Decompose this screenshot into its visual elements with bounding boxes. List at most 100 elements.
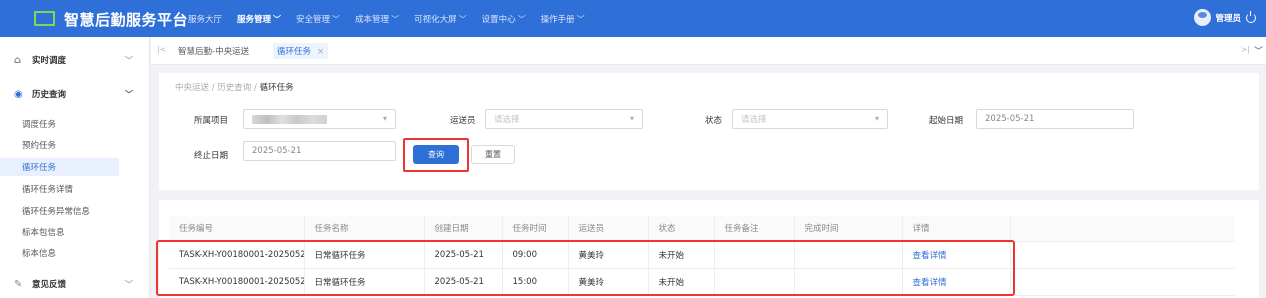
column-header[interactable]: 任务备注 (714, 216, 795, 242)
tabs-scroll-right-icon[interactable]: >| (1241, 45, 1250, 54)
user-name: 管理员 (1215, 13, 1241, 24)
chevron-down-icon: ﹀ (517, 14, 526, 24)
breadcrumb: 中央运送 / 历史查询 / 循环任务 (175, 81, 294, 93)
courier-select[interactable]: 请选择 ▾ (485, 109, 643, 129)
project-label: 所属项目 (194, 116, 229, 126)
column-header-empty (1010, 216, 1235, 242)
user-menu[interactable]: 管理员 (1194, 9, 1256, 26)
chevron-down-icon: ﹀ (458, 14, 467, 24)
nav-item-visual-screen[interactable]: 可视化大屏 ﹀ (414, 13, 467, 25)
column-header[interactable]: 创建日期 (424, 216, 503, 242)
task-id-cell: TASK-XH-Y00180001-2025052 (169, 268, 305, 296)
sidebar-item-dispatch-tasks[interactable]: 调度任务 (0, 115, 119, 133)
column-header[interactable]: 任务时间 (502, 216, 569, 242)
sidebar-item-appointment-tasks[interactable]: 预约任务 (0, 136, 119, 154)
chevron-down-icon: ﹀ (125, 89, 133, 99)
breadcrumb-current: 循环任务 (259, 83, 294, 93)
sidebar-item-cyclic-task-exceptions[interactable]: 循环任务异常信息 (0, 202, 119, 220)
sidebar-item-specimen-package-info[interactable]: 标本包信息 (0, 223, 119, 241)
nav-item-service-management[interactable]: 服务管理 ﹀ (237, 13, 281, 25)
redacted-project-value (252, 114, 327, 124)
nav-item-settings-center[interactable]: 设置中心 ﹀ (482, 13, 526, 25)
top-navbar: 智慧后勤服务平台 服务大厅 服务管理 ﹀ 安全管理 ﹀ 成本管理 ﹀ 可视化大屏 ﹀ 设… (0, 0, 1266, 37)
nav-item-cost-management[interactable]: 成本管理 ﹀ (355, 13, 399, 25)
status-cell: 未开始 (648, 268, 715, 296)
task-time-cell: 09:00 (502, 241, 569, 269)
sidebar-item-cyclic-tasks[interactable]: 循环任务 (0, 158, 119, 176)
power-icon[interactable] (1246, 10, 1256, 23)
chevron-down-icon: ﹀ (125, 55, 133, 65)
chevron-down-icon: ﹀ (576, 14, 585, 24)
avatar (1194, 9, 1212, 26)
chevron-down-icon: ▾ (629, 114, 634, 123)
task-id-cell: TASK-XH-Y00180001-2025052 (169, 241, 305, 269)
sidebar-item-specimen-info[interactable]: 标本信息 (0, 244, 119, 262)
completed-time-cell (794, 268, 903, 296)
results-table: 任务编号 任务名称 创建日期 任务时间 运送员 状态 任务备注 完成时间 详情 … (169, 216, 1235, 296)
query-button[interactable]: 查询 (413, 145, 459, 164)
remark-cell (714, 241, 795, 269)
chevron-down-icon: ﹀ (391, 14, 400, 24)
chevron-down-icon[interactable]: ﹀ (1254, 44, 1263, 57)
chevron-down-icon: ﹀ (273, 14, 282, 24)
sidebar-group-realtime-dispatch[interactable]: ⌂ 实时调度 ﹀ (0, 50, 150, 70)
view-details-link[interactable]: 查看详情 (902, 241, 1011, 269)
empty-cell (1010, 268, 1235, 296)
breadcrumb-item[interactable]: 历史查询 (217, 83, 251, 93)
status-label: 状态 (705, 116, 723, 126)
tab-central-transport[interactable]: 智慧后勤-中央运送 (178, 45, 249, 57)
column-header[interactable]: 运送员 (568, 216, 649, 242)
close-icon[interactable]: × (317, 47, 324, 57)
top-nav-menu: 服务大厅 服务管理 ﹀ 安全管理 ﹀ 成本管理 ﹀ 可视化大屏 ﹀ 设置中心 ﹀ 操作手册… (188, 0, 600, 37)
breadcrumb-item[interactable]: 中央运送 (175, 83, 209, 93)
table-row: TASK-XH-Y00180001-2025052 日常循环任务 2025-05… (169, 241, 1235, 269)
start-date-field[interactable]: 2025-05-21 (976, 109, 1134, 129)
nav-item-user-manual[interactable]: 操作手册 ﹀ (541, 13, 585, 25)
logo-square-icon (34, 11, 55, 26)
column-header[interactable]: 任务编号 (169, 216, 305, 242)
table-header-row: 任务编号 任务名称 创建日期 任务时间 运送员 状态 任务备注 完成时间 详情 (169, 216, 1235, 242)
sidebar: ⌂ 实时调度 ﹀ ◉ 历史查询 ﹀ 调度任务 预约任务 循环任务 循环任务详情 … (0, 37, 150, 298)
sidebar-group-label: 实时调度 (32, 56, 67, 66)
sidebar-group-feedback[interactable]: ✎ 意见反馈 ﹀ (0, 274, 150, 294)
nav-item-service-hall[interactable]: 服务大厅 (188, 13, 222, 25)
column-header[interactable]: 状态 (648, 216, 715, 242)
reset-button[interactable]: 重置 (471, 145, 515, 164)
end-date-field[interactable]: 2025-05-21 (243, 141, 396, 161)
start-date-label: 起始日期 (929, 116, 964, 126)
column-header[interactable]: 任务名称 (304, 216, 425, 242)
chevron-down-icon: ﹀ (332, 14, 341, 24)
courier-label: 运送员 (450, 116, 476, 126)
sidebar-item-cyclic-task-details[interactable]: 循环任务详情 (0, 180, 119, 198)
end-date-value: 2025-05-21 (252, 146, 302, 156)
tab-label: 循环任务 (277, 47, 312, 57)
sidebar-group-label: 意见反馈 (32, 280, 67, 290)
end-date-label: 终止日期 (194, 151, 229, 161)
task-time-cell: 15:00 (502, 268, 569, 296)
project-select[interactable]: ▾ (243, 109, 396, 129)
column-header[interactable]: 完成时间 (794, 216, 903, 242)
created-date-cell: 2025-05-21 (424, 268, 503, 296)
tabs-bar: |< 智慧后勤-中央运送 循环任务 × >| ﹀ (151, 37, 1266, 65)
completed-time-cell (794, 241, 903, 269)
status-placeholder: 请选择 (741, 115, 767, 125)
start-date-value: 2025-05-21 (985, 114, 1035, 124)
tab-cyclic-tasks[interactable]: 循环任务 × (273, 43, 329, 59)
status-cell: 未开始 (648, 241, 715, 269)
remark-cell (714, 268, 795, 296)
view-details-link[interactable]: 查看详情 (902, 268, 1011, 296)
column-header[interactable]: 详情 (902, 216, 1011, 242)
empty-cell (1010, 241, 1235, 269)
sidebar-group-label: 历史查询 (32, 90, 67, 100)
chevron-down-icon: ▾ (382, 114, 387, 123)
status-select[interactable]: 请选择 ▾ (732, 109, 888, 129)
results-panel: 任务编号 任务名称 创建日期 任务时间 运送员 状态 任务备注 完成时间 详情 … (156, 200, 1259, 298)
table-row: TASK-XH-Y00180001-2025052 日常循环任务 2025-05… (169, 268, 1235, 296)
home-icon: ⌂ (14, 54, 22, 66)
edit-icon: ✎ (14, 278, 23, 290)
app-title: 智慧后勤服务平台 (64, 11, 189, 29)
tabs-scroll-left-icon[interactable]: |< (157, 45, 166, 54)
nav-item-safety-management[interactable]: 安全管理 ﹀ (296, 13, 340, 25)
sidebar-group-history-query[interactable]: ◉ 历史查询 ﹀ (0, 84, 150, 104)
chevron-down-icon: ﹀ (125, 279, 133, 289)
